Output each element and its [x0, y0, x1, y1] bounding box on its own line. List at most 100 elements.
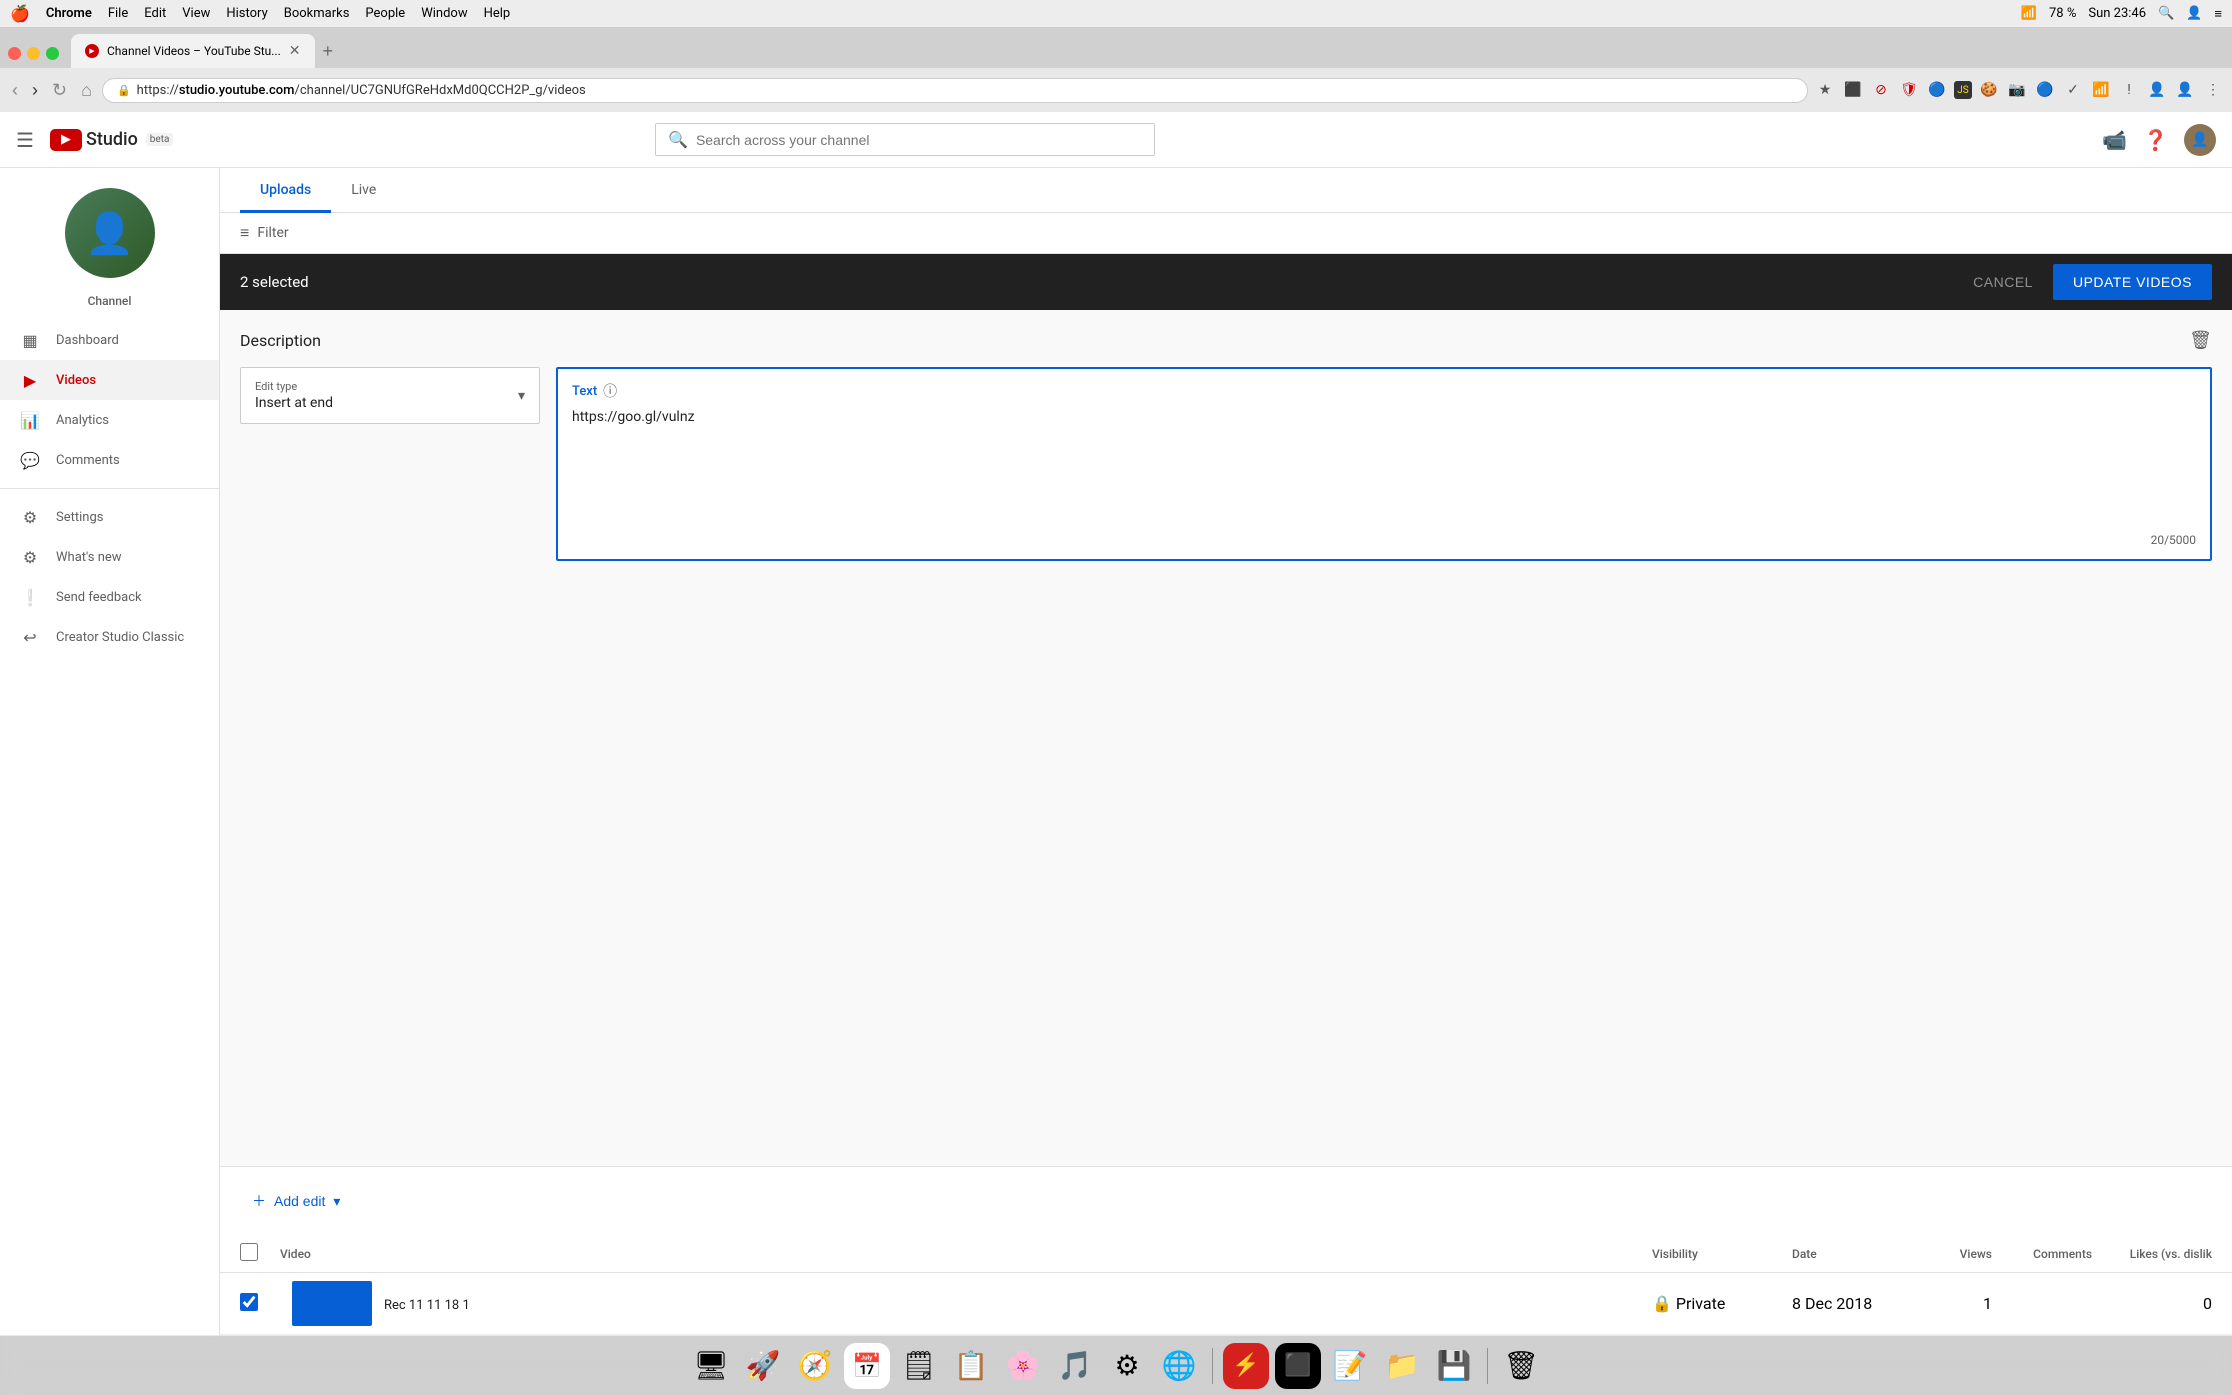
info-icon[interactable]: ⓘ: [603, 381, 617, 401]
text-area-input[interactable]: https://goo.gl/vulnz: [572, 409, 2196, 529]
search-input[interactable]: [696, 132, 1142, 148]
view-menu[interactable]: View: [182, 6, 210, 21]
char-count: 20/5000: [572, 533, 2196, 547]
browser-tab[interactable]: Channel Videos – YouTube Stu... ✕: [71, 34, 315, 68]
edit-menu[interactable]: Edit: [144, 6, 166, 21]
dock-photos[interactable]: 🌸: [1000, 1343, 1046, 1389]
dock-terminal[interactable]: ⬛: [1275, 1343, 1321, 1389]
user-avatar[interactable]: 👤: [2184, 124, 2216, 156]
people-menu[interactable]: People: [365, 6, 405, 21]
video-title[interactable]: Rec 11 11 18 1: [384, 1298, 470, 1313]
dock-stickies[interactable]: 📝: [1327, 1343, 1373, 1389]
extension-icon-1[interactable]: ⬛: [1842, 79, 1864, 101]
dock-trash[interactable]: 🗑: [1498, 1343, 1544, 1389]
history-menu[interactable]: History: [226, 6, 267, 21]
profile-icon[interactable]: 👤: [2174, 79, 2196, 101]
search-bar[interactable]: 🔍: [655, 123, 1155, 156]
file-menu[interactable]: File: [108, 6, 128, 21]
maximize-button[interactable]: [46, 47, 59, 60]
js-icon[interactable]: JS: [1954, 81, 1972, 99]
apple-menu[interactable]: 🍎: [10, 4, 30, 23]
sidebar-nav: ▦ Dashboard ▶ Videos 📊 Analytics 💬 Comme…: [0, 320, 219, 1335]
battery-status: 78 %: [2049, 6, 2076, 21]
back-button[interactable]: ‹: [8, 78, 22, 103]
dock-notes[interactable]: 🗒: [896, 1343, 942, 1389]
dock-finder[interactable]: 🖥: [688, 1343, 734, 1389]
menu-icon[interactable]: ⋮: [2202, 79, 2224, 101]
dock-music[interactable]: 🎵: [1052, 1343, 1098, 1389]
sidebar-item-comments[interactable]: 💬 Comments: [0, 440, 219, 480]
sidebar-item-videos[interactable]: ▶ Videos: [0, 360, 219, 400]
address-field[interactable]: 🔒 https://studio.youtube.com/channel/UC7…: [102, 78, 1808, 103]
delete-icon[interactable]: 🗑: [2189, 330, 2212, 351]
dock-calendar[interactable]: 📅: [844, 1343, 890, 1389]
app-name[interactable]: Chrome: [46, 6, 92, 21]
sidebar-item-feedback[interactable]: ❕ Send feedback: [0, 577, 219, 617]
close-button[interactable]: [8, 47, 21, 60]
star-icon[interactable]: ★: [1814, 79, 1836, 101]
tab-live[interactable]: Live: [331, 168, 396, 213]
user-ext-icon[interactable]: 👤: [2146, 79, 2168, 101]
dock-system-prefs[interactable]: ⚙: [1104, 1343, 1150, 1389]
beta-label: beta: [146, 133, 174, 146]
home-button[interactable]: ⌂: [77, 78, 96, 103]
filter-row: ≡ Filter: [220, 213, 2232, 254]
channel-profile-pic: [65, 188, 155, 278]
check-icon[interactable]: ✓: [2062, 79, 2084, 101]
dock-chrome[interactable]: 🌐: [1156, 1343, 1202, 1389]
sidebar-item-creator-studio[interactable]: ↩ Creator Studio Classic: [0, 617, 219, 657]
dock-launchpad[interactable]: 🚀: [740, 1343, 786, 1389]
dock-disk-utility[interactable]: 💾: [1431, 1343, 1477, 1389]
wifi-ext-icon[interactable]: 📶: [2090, 79, 2112, 101]
filter-icon: ≡: [240, 223, 249, 243]
reload-button[interactable]: ↻: [48, 78, 71, 103]
row-checkbox[interactable]: [240, 1293, 258, 1311]
add-edit-button[interactable]: ＋ Add edit ▾: [240, 1183, 352, 1219]
sidebar-item-settings[interactable]: ⚙ Settings: [0, 497, 219, 537]
filter-label[interactable]: Filter: [257, 225, 288, 241]
select-all-checkbox[interactable]: [240, 1243, 258, 1261]
extension-icon-2[interactable]: 🔵: [2034, 79, 2056, 101]
edit-type-value: Insert at end: [255, 395, 333, 411]
adguard-icon[interactable]: 🛡: [1898, 79, 1920, 101]
edit-type-dropdown[interactable]: Edit type Insert at end ▾: [240, 367, 540, 424]
bookmarks-menu[interactable]: Bookmarks: [284, 6, 350, 21]
tab-uploads[interactable]: Uploads: [240, 168, 331, 213]
menu-extra[interactable]: ≡: [2214, 6, 2222, 22]
settings-icon: ⚙: [20, 507, 40, 527]
sidebar-item-dashboard[interactable]: ▦ Dashboard: [0, 320, 219, 360]
chevron-down-icon: ▾: [518, 388, 525, 404]
camera-icon[interactable]: 📷: [2006, 79, 2028, 101]
dock-reminders[interactable]: 📋: [948, 1343, 994, 1389]
analytics-icon: 📊: [20, 410, 40, 430]
cookie-icon[interactable]: 🍪: [1978, 79, 2000, 101]
update-videos-button[interactable]: UPDATE VIDEOS: [2053, 264, 2212, 300]
avatar-icon[interactable]: 👤: [2186, 6, 2202, 21]
new-tab-button[interactable]: +: [315, 37, 342, 66]
tab-close-button[interactable]: ✕: [289, 43, 301, 59]
search-icon[interactable]: 🔍: [2158, 6, 2174, 21]
create-video-icon[interactable]: 📹: [2102, 128, 2127, 152]
dashboard-icon: ▦: [20, 330, 40, 350]
dock-separator-2: [1487, 1348, 1488, 1384]
cancel-button[interactable]: CANCEL: [1953, 266, 2053, 298]
sidebar-item-whats-new[interactable]: ⚙ What's new: [0, 537, 219, 577]
sidebar-item-analytics[interactable]: 📊 Analytics: [0, 400, 219, 440]
help-icon[interactable]: ❓: [2143, 128, 2168, 152]
add-edit-chevron-icon: ▾: [333, 1193, 340, 1210]
forward-button[interactable]: ›: [28, 78, 42, 103]
alert-icon[interactable]: !: [2118, 79, 2140, 101]
help-menu[interactable]: Help: [484, 6, 511, 21]
dock-safari[interactable]: 🧭: [792, 1343, 838, 1389]
header-likes: Likes (vs. dislik: [2092, 1247, 2212, 1261]
privacy-icon[interactable]: 🔵: [1926, 79, 1948, 101]
header-visibility: Visibility: [1652, 1247, 1792, 1261]
mac-menubar: 🍎 Chrome File Edit View History Bookmark…: [0, 0, 2232, 28]
window-menu[interactable]: Window: [421, 6, 467, 21]
adblock-icon[interactable]: ⊘: [1870, 79, 1892, 101]
minimize-button[interactable]: [27, 47, 40, 60]
hamburger-menu[interactable]: ☰: [16, 128, 34, 152]
dock-bolt[interactable]: ⚡: [1223, 1343, 1269, 1389]
dock-filezilla[interactable]: 📁: [1379, 1343, 1425, 1389]
wifi-icon[interactable]: 📶: [2021, 6, 2037, 21]
